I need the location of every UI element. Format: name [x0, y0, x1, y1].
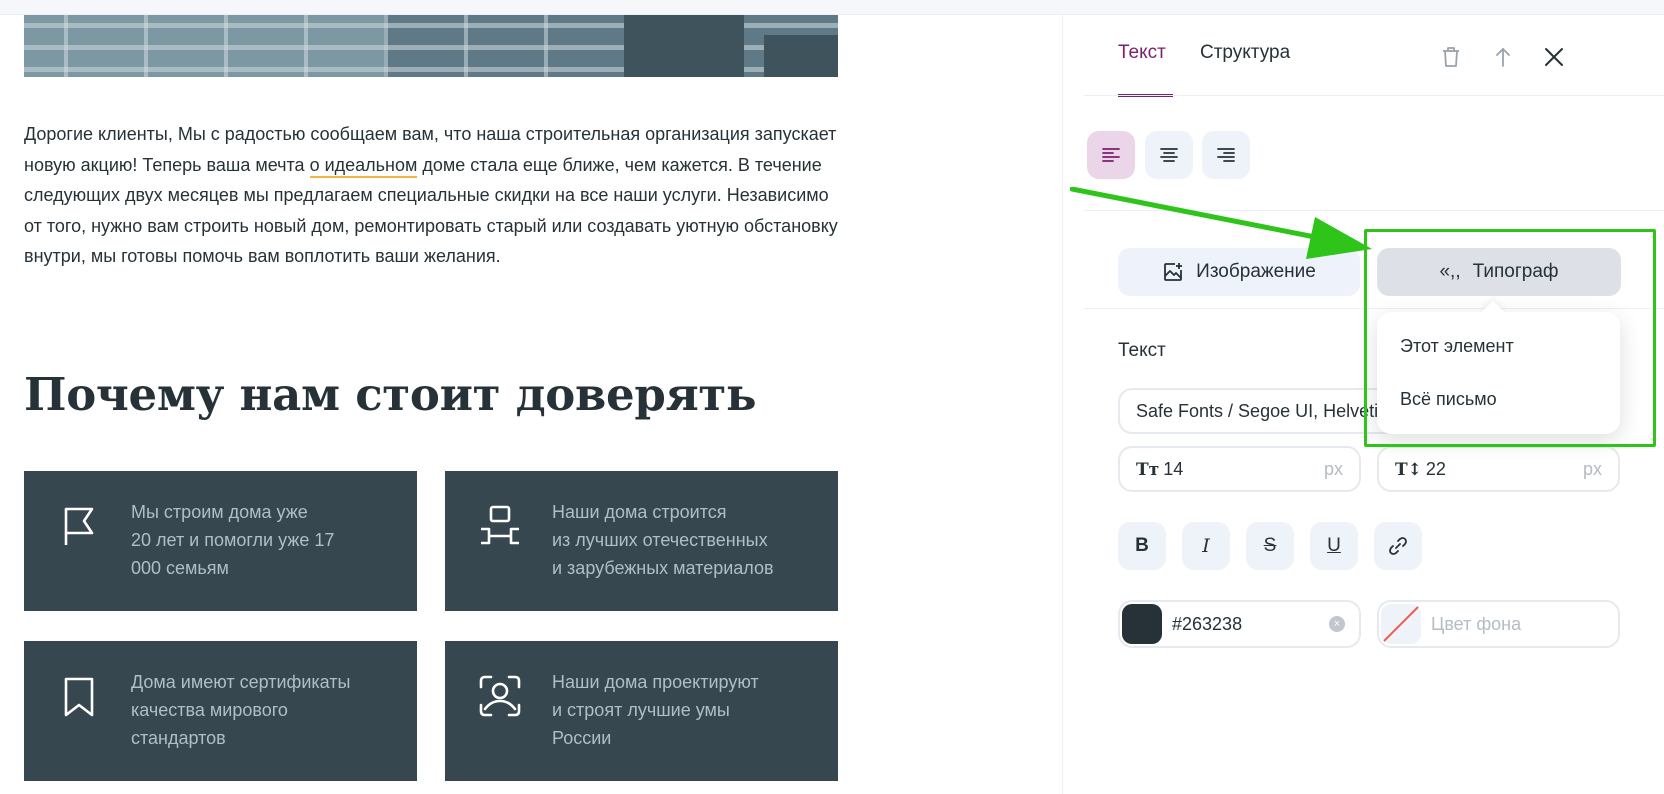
text-color-value: #263238 — [1172, 613, 1243, 634]
link-button[interactable] — [1374, 522, 1422, 570]
hero-image[interactable] — [24, 15, 838, 77]
tab-text[interactable]: Текст — [1118, 42, 1166, 64]
feature-card[interactable]: Дома имеют сертификаты качества мирового… — [24, 641, 417, 781]
structure-icon — [481, 505, 519, 545]
line-height-unit: px — [1582, 458, 1602, 479]
bold-button[interactable]: B — [1118, 522, 1166, 570]
top-strip — [0, 0, 1664, 15]
font-family-value: Safe Fonts / Segoe UI, Helvetica — [1136, 400, 1398, 421]
text-section-label: Текст — [1118, 340, 1166, 361]
feature-card[interactable]: Наши дома строится из лучших отечественн… — [445, 471, 838, 611]
font-size-value: 14 — [1163, 458, 1184, 479]
align-right-button[interactable] — [1202, 131, 1250, 179]
font-size-icon: Tт — [1136, 459, 1160, 480]
tab-structure[interactable]: Структура — [1200, 42, 1290, 64]
close-icon[interactable] — [1541, 44, 1567, 70]
text-color-swatch[interactable] — [1122, 604, 1162, 644]
card-text: Наши дома проектируют и строят лучшие ум… — [552, 672, 759, 748]
no-color-swatch[interactable] — [1381, 604, 1421, 644]
line-height-input[interactable]: T↕ 22 px — [1377, 446, 1620, 492]
divider — [1084, 95, 1664, 96]
annotation-highlight-box — [1364, 229, 1656, 447]
move-up-icon[interactable] — [1490, 44, 1516, 70]
align-right-icon — [1217, 148, 1235, 162]
feature-card[interactable]: Наши дома проектируют и строят лучшие ум… — [445, 641, 838, 781]
line-height-value: 22 — [1425, 458, 1446, 479]
align-center-button[interactable] — [1145, 131, 1193, 179]
align-left-icon — [1102, 148, 1120, 162]
text-color-picker[interactable]: #263238 × — [1118, 600, 1361, 648]
annotation-arrow — [1070, 187, 1372, 259]
clear-color-icon[interactable]: × — [1329, 616, 1345, 632]
background-color-placeholder: Цвет фона — [1431, 613, 1522, 634]
card-text: Мы строим дома уже 20 лет и помогли уже … — [131, 502, 335, 578]
feature-card[interactable]: Мы строим дома уже 20 лет и помогли уже … — [24, 471, 417, 611]
strikethrough-button[interactable]: S — [1246, 522, 1294, 570]
trash-icon[interactable] — [1438, 44, 1464, 70]
link-icon — [1389, 537, 1407, 555]
font-size-unit: px — [1323, 458, 1343, 479]
card-text: Дома имеют сертификаты качества мирового… — [131, 672, 351, 748]
email-canvas: Дорогие клиенты, Мы с радостью сообщаем … — [0, 15, 1062, 794]
card-text: Наши дома строится из лучших отечественн… — [552, 502, 774, 578]
italic-button[interactable]: I — [1182, 522, 1230, 570]
align-center-icon — [1160, 148, 1178, 162]
face-scan-icon — [479, 675, 521, 717]
promo-paragraph[interactable]: Дорогие клиенты, Мы с радостью сообщаем … — [24, 119, 838, 272]
section-heading[interactable]: Почему нам стоит доверять — [24, 368, 757, 421]
align-left-button[interactable] — [1087, 131, 1135, 179]
line-height-icon: T↕ — [1395, 459, 1422, 480]
font-size-input[interactable]: Tт 14 px — [1118, 446, 1361, 492]
underline-button[interactable]: U — [1310, 522, 1358, 570]
background-color-picker[interactable]: Цвет фона — [1377, 600, 1620, 648]
flag-icon — [64, 507, 94, 545]
spellcheck-underlined-text: о идеальном — [309, 154, 418, 178]
bookmark-icon — [64, 677, 94, 717]
